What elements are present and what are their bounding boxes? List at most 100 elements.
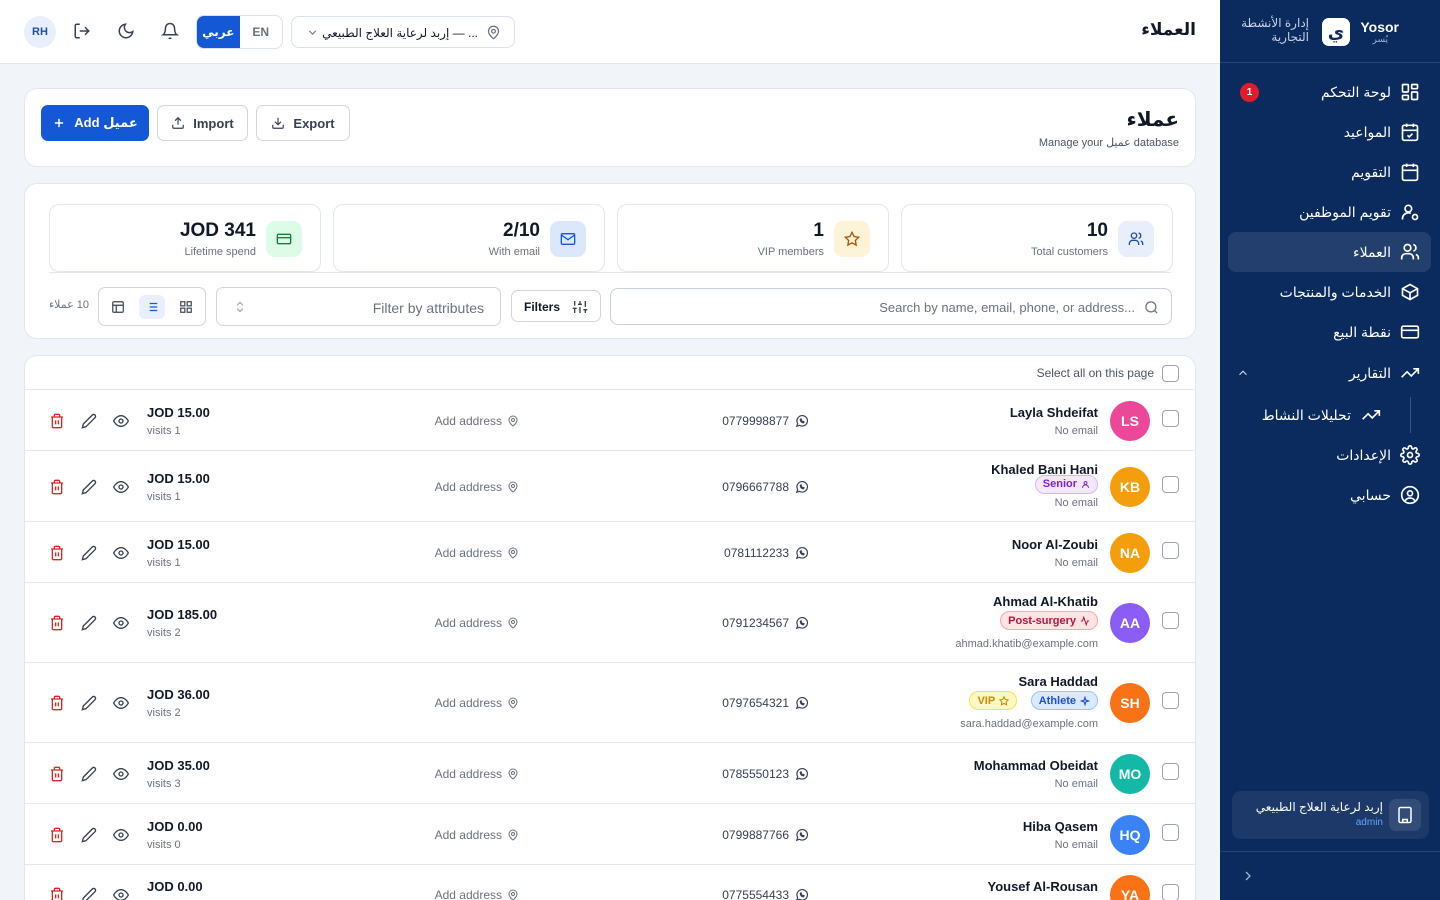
row-checkbox[interactable] [1162,692,1179,709]
eye-icon[interactable] [113,695,129,711]
trash-icon[interactable] [49,766,65,782]
pencil-icon[interactable] [81,479,97,495]
eye-icon[interactable] [113,615,129,631]
add-address-link[interactable]: Add address [435,696,502,710]
customer-name[interactable]: Layla Shdeifat [1010,405,1098,420]
whatsapp-icon[interactable] [795,616,809,630]
customer-row[interactable]: NA Noor Al-Zoubi No email 0781112233 Add add… [25,522,1195,583]
customer-phone[interactable]: 0779998877 [722,414,789,428]
table-view-button[interactable] [105,295,131,319]
row-checkbox[interactable] [1162,762,1179,780]
whatsapp-icon[interactable] [795,696,809,710]
pencil-icon[interactable] [81,545,97,561]
customer-phone[interactable]: 0796667788 [722,480,789,494]
lang-arabic-button[interactable]: عربي [197,16,240,48]
customer-row[interactable]: MO Mohammad Obeidat No email 0785550123 Add … [25,743,1195,804]
trash-icon[interactable] [49,545,65,561]
row-checkbox[interactable] [1162,475,1179,493]
customer-name[interactable]: Ahmad Al-Khatib [993,594,1098,609]
whatsapp-icon[interactable] [795,414,809,428]
eye-icon[interactable] [113,413,129,429]
customer-row[interactable]: AA Ahmad Al-Khatib Post-surgery ahmad.khati… [25,583,1195,663]
trash-icon[interactable] [49,413,65,429]
sidebar-item-customers[interactable]: العملاء [1228,232,1431,272]
whatsapp-icon[interactable] [795,828,809,842]
sidebar-item-staff-calendar[interactable]: تقويم الموظفين [1228,192,1431,232]
customer-phone[interactable]: 0799887766 [722,828,789,842]
customer-name[interactable]: Noor Al-Zoubi [1012,537,1098,552]
customer-row[interactable]: KB Khaled Bani Hani Senior No email 07966677… [25,451,1195,522]
trash-icon[interactable] [49,887,65,900]
filters-button[interactable]: Filters [511,290,601,322]
customer-phone[interactable]: 0785550123 [722,767,789,781]
row-checkbox[interactable] [1162,541,1179,559]
user-avatar[interactable]: RH [24,16,56,48]
add-address-link[interactable]: Add address [435,888,502,900]
trash-icon[interactable] [49,615,65,631]
eye-icon[interactable] [113,827,129,843]
moon-icon[interactable] [117,22,135,40]
row-checkbox[interactable] [1162,612,1179,629]
sidebar-item-settings[interactable]: الإعدادات [1228,435,1431,475]
customer-name[interactable]: Hiba Qasem [1023,819,1098,834]
customer-name[interactable]: Sara Haddad [1019,674,1098,689]
row-checkbox[interactable] [1162,884,1179,900]
add-address-link[interactable]: Add address [435,414,502,428]
add-customer-button[interactable]: Add عميل [41,105,149,141]
search-input[interactable]: Search by name, email, phone, or address… [610,288,1172,325]
sidebar-item-account[interactable]: حسابي [1228,475,1431,515]
sidebar-item-pos[interactable]: نقطة البيع [1228,312,1431,352]
add-address-link[interactable]: Add address [435,767,502,781]
customer-row[interactable]: LS Layla Shdeifat No email 0779998877 Add ad… [25,390,1195,451]
attribute-filter-select[interactable]: Filter by attributes [216,287,501,326]
whatsapp-icon[interactable] [795,546,809,560]
customer-phone[interactable]: 0775554433 [722,888,789,900]
sidebar-item-dashboard[interactable]: 1 لوحة التحكم [1228,72,1431,112]
sidebar-item-services[interactable]: الخدمات والمنتجات [1228,272,1431,312]
sidebar-item-appointments[interactable]: المواعيد [1228,112,1431,152]
customer-phone[interactable]: 0791234567 [722,616,789,630]
customer-row[interactable]: HQ Hiba Qasem No email 0799887766 Add addres… [25,804,1195,865]
trash-icon[interactable] [49,827,65,843]
add-address-link[interactable]: Add address [435,480,502,494]
add-address-link[interactable]: Add address [435,828,502,842]
eye-icon[interactable] [113,766,129,782]
customer-phone[interactable]: 0797654321 [722,696,789,710]
whatsapp-icon[interactable] [795,480,809,494]
sidebar-item-analytics[interactable]: تحليلات النشاط [1228,395,1431,435]
eye-icon[interactable] [113,479,129,495]
trash-icon[interactable] [49,479,65,495]
customer-name[interactable]: Mohammad Obeidat [974,758,1098,773]
location-select[interactable]: إربد لرعاية العلاج الطبيعي — ... [291,16,515,48]
chevron-right-icon[interactable] [1240,868,1256,884]
add-address-link[interactable]: Add address [435,616,502,630]
logout-icon[interactable] [73,22,91,40]
pencil-icon[interactable] [81,887,97,900]
row-checkbox[interactable] [1162,823,1179,841]
add-address-link[interactable]: Add address [435,546,502,560]
trash-icon[interactable] [49,695,65,711]
list-view-button[interactable] [139,295,165,319]
export-button[interactable]: Export [256,105,350,141]
eye-icon[interactable] [113,887,129,900]
sidebar-item-reports[interactable]: التقارير [1228,353,1431,393]
whatsapp-icon[interactable] [795,888,809,900]
grid-view-button[interactable] [173,295,199,319]
pencil-icon[interactable] [81,413,97,429]
business-switcher[interactable]: إربد لرعاية العلاج الطبيعي admin [1232,791,1429,839]
pencil-icon[interactable] [81,766,97,782]
lang-english-button[interactable]: EN [240,16,283,48]
whatsapp-icon[interactable] [795,767,809,781]
sidebar-item-calendar[interactable]: التقويم [1228,152,1431,192]
customer-name[interactable]: Yousef Al-Rousan [987,879,1098,894]
pencil-icon[interactable] [81,695,97,711]
customer-row[interactable]: SH Sara Haddad Athlete VIP sara.haddad@examp… [25,663,1195,743]
pencil-icon[interactable] [81,827,97,843]
pencil-icon[interactable] [81,615,97,631]
row-checkbox[interactable] [1162,409,1179,427]
customer-row[interactable]: YAYousef Al-RousanNo email0775554433Add … [25,865,1195,900]
import-button[interactable]: Import [157,105,248,141]
select-all-checkbox[interactable] [1162,365,1179,382]
customer-phone[interactable]: 0781112233 [724,546,789,560]
eye-icon[interactable] [113,545,129,561]
